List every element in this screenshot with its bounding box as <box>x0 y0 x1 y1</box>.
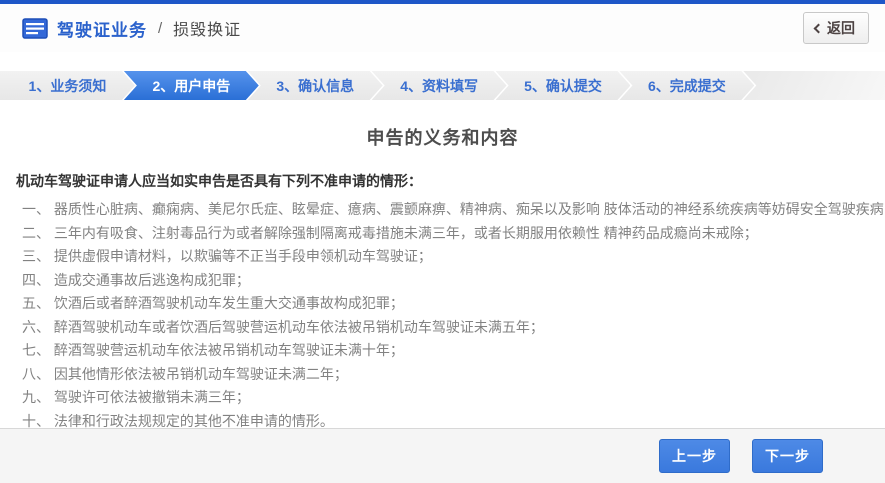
step-label: 5、确认提交 <box>524 76 602 96</box>
list-item: 二、 三年内有吸食、注射毒品行为或者解除强制隔离戒毒措施未满三年，或者长期服用依… <box>16 222 869 246</box>
step-label: 2、用户申告 <box>152 76 230 96</box>
back-button[interactable]: 返回 <box>803 12 869 44</box>
footer-action-bar: 上一步 下一步 <box>0 428 885 483</box>
breadcrumb-root[interactable]: 驾驶证业务 <box>57 16 147 41</box>
page-title: 申告的义务和内容 <box>0 124 885 150</box>
declaration-intro: 机动车驾驶证申请人应当如实申告是否具有下列不准申请的情形： <box>16 171 869 191</box>
back-button-label: 返回 <box>827 18 855 38</box>
step-5-confirm-submit[interactable]: 5、确认提交 <box>496 71 631 100</box>
declaration-content: 机动车驾驶证申请人应当如实申告是否具有下列不准申请的情形： 一、 器质性心脏病、… <box>0 171 885 468</box>
step-6-complete-submit[interactable]: 6、完成提交 <box>619 71 754 100</box>
list-item: 四、 造成交通事故后逃逸构成犯罪； <box>16 269 869 293</box>
list-item: 三、 提供虚假申请材料，以欺骗等不正当手段申领机动车驾驶证； <box>16 245 869 269</box>
breadcrumb: 驾驶证业务 / 损毁换证 <box>22 16 241 41</box>
header: 驾驶证业务 / 损毁换证 返回 <box>0 4 885 52</box>
license-card-icon <box>22 18 48 39</box>
step-label: 3、确认信息 <box>276 76 354 96</box>
step-label: 1、业务须知 <box>29 76 107 96</box>
ineligibility-list: 一、 器质性心脏病、癫痫病、美尼尔氏症、眩晕症、癔病、震颤麻痹、精神病、痴呆以及… <box>16 198 869 433</box>
list-item: 六、 醉酒驾驶机动车或者饮酒后驾驶营运机动车依法被吊销机动车驾驶证未满五年； <box>16 316 869 340</box>
next-step-button[interactable]: 下一步 <box>752 439 823 473</box>
previous-step-button[interactable]: 上一步 <box>659 439 730 473</box>
breadcrumb-current: 损毁换证 <box>173 16 241 40</box>
step-1-business-notice[interactable]: 1、业务须知 <box>0 71 135 100</box>
list-item: 七、 醉酒驾驶营运机动车依法被吊销机动车驾驶证未满十年； <box>16 339 869 363</box>
chevron-left-icon <box>814 23 824 33</box>
breadcrumb-separator: / <box>158 20 162 37</box>
step-label: 6、完成提交 <box>648 76 726 96</box>
step-2-user-declaration[interactable]: 2、用户申告 <box>124 71 259 100</box>
list-item: 九、 驾驶许可依法被撤销未满三年； <box>16 386 869 410</box>
step-4-fill-materials[interactable]: 4、资料填写 <box>372 71 507 100</box>
step-label: 4、资料填写 <box>400 76 478 96</box>
list-item: 一、 器质性心脏病、癫痫病、美尼尔氏症、眩晕症、癔病、震颤麻痹、精神病、痴呆以及… <box>16 198 869 222</box>
step-progress-bar: 1、业务须知 2、用户申告 3、确认信息 4、资料填写 5、确认提交 6、完成提… <box>0 71 885 100</box>
list-item: 五、 饮酒后或者醉酒驾驶机动车发生重大交通事故构成犯罪； <box>16 292 869 316</box>
list-item: 八、 因其他情形依法被吊销机动车驾驶证未满二年； <box>16 363 869 387</box>
step-3-confirm-info[interactable]: 3、确认信息 <box>248 71 383 100</box>
step-bar-tail <box>743 71 885 100</box>
